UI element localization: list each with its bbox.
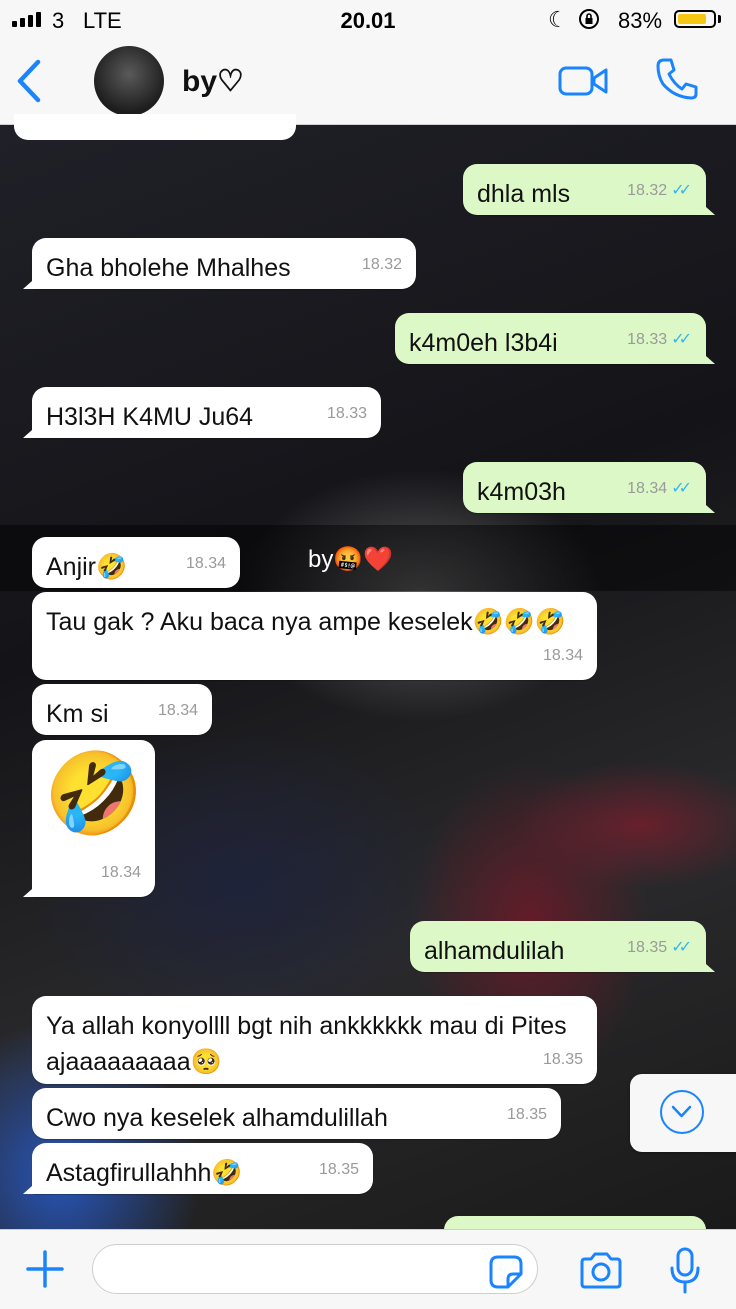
message-time: 18.35	[542, 1051, 583, 1068]
message-time: 18.34	[627, 480, 668, 497]
message-incoming[interactable]: Anjir🤣 18.34	[32, 537, 240, 588]
message-input-bar	[0, 1229, 736, 1309]
message-input[interactable]	[92, 1244, 538, 1294]
partial-message-top	[14, 114, 296, 140]
message-text: Ya allah konyollll bgt nih ankkkkkk mau …	[46, 1012, 567, 1076]
message-time: 18.35	[627, 939, 668, 956]
message-time: 18.32	[361, 256, 402, 273]
message-time: 18.34	[185, 555, 226, 572]
message-text: Anjir🤣	[46, 553, 128, 581]
status-bar: 3 LTE 20.01 ☾ 83%	[0, 0, 736, 40]
message-text: Gha bholehe Mhalhes	[46, 254, 291, 282]
message-text: k4m03h	[477, 478, 566, 506]
message-incoming[interactable]: Ya allah konyollll bgt nih ankkkkkk mau …	[32, 996, 597, 1084]
message-outgoing[interactable]: alhamdulilah 18.35 ✓✓	[410, 921, 706, 972]
message-text: Km si	[46, 700, 109, 728]
back-chevron-icon[interactable]	[14, 58, 44, 104]
message-outgoing[interactable]: k4m0eh l3b4i 18.33 ✓✓	[395, 313, 706, 364]
message-text: Tau gak ? Aku baca nya ampe keselek🤣🤣🤣	[46, 608, 567, 636]
read-receipt-icon: ✓✓	[671, 939, 692, 956]
message-time: 18.34	[100, 864, 141, 881]
video-call-icon[interactable]	[558, 66, 608, 96]
avatar[interactable]	[94, 46, 164, 116]
message-incoming[interactable]: Cwo nya keselek alhamdulillah 18.35	[32, 1088, 561, 1139]
microphone-icon[interactable]	[668, 1246, 702, 1296]
message-time: 18.33	[627, 331, 668, 348]
message-time: 18.34	[157, 702, 198, 719]
rotation-lock-icon	[578, 9, 599, 29]
read-receipt-icon: ✓✓	[671, 182, 692, 199]
laughing-emoji: 🤣	[44, 749, 144, 838]
camera-icon[interactable]	[578, 1252, 624, 1290]
chat-header: by♡	[0, 40, 736, 125]
phone-icon[interactable]	[654, 56, 700, 102]
message-outgoing[interactable]: k4m03h 18.34 ✓✓	[463, 462, 706, 513]
sticker-icon[interactable]	[488, 1254, 524, 1290]
message-time: 18.32	[627, 182, 668, 199]
message-text: Cwo nya keselek alhamdulillah	[46, 1104, 388, 1132]
message-time: 18.35	[318, 1161, 359, 1178]
wallpaper-caption: by🤬❤️	[308, 546, 394, 573]
chevron-down-icon	[660, 1090, 704, 1134]
message-text: k4m0eh l3b4i	[409, 329, 558, 357]
message-text: dhla mls	[477, 180, 571, 208]
partial-message-bottom	[444, 1216, 706, 1230]
battery-icon	[674, 10, 716, 28]
message-time: 18.34	[542, 647, 583, 664]
message-incoming[interactable]: H3l3H K4MU Ju64 18.33	[32, 387, 381, 438]
message-outgoing[interactable]: dhla mls 18.32 ✓✓	[463, 164, 706, 215]
message-incoming[interactable]: Gha bholehe Mhalhes 18.32	[32, 238, 416, 289]
message-incoming[interactable]: Astagfirullahhh🤣 18.35	[32, 1143, 373, 1194]
message-incoming[interactable]: Tau gak ? Aku baca nya ampe keselek🤣🤣🤣 1…	[32, 592, 597, 680]
read-receipt-icon: ✓✓	[671, 480, 692, 497]
message-incoming[interactable]: Km si 18.34	[32, 684, 212, 735]
battery-percent: 83%	[618, 8, 663, 33]
scroll-to-bottom-button[interactable]	[630, 1074, 736, 1152]
contact-name[interactable]: by♡	[182, 64, 244, 99]
moon-icon: ☾	[548, 7, 568, 32]
read-receipt-icon: ✓✓	[671, 331, 692, 348]
message-time: 18.33	[326, 405, 367, 422]
message-incoming-emoji[interactable]: 🤣 18.34	[32, 740, 155, 897]
message-text: Astagfirullahhh🤣	[46, 1159, 243, 1187]
message-time: 18.35	[506, 1106, 547, 1123]
plus-icon[interactable]	[24, 1248, 66, 1290]
message-text: alhamdulilah	[424, 937, 565, 965]
message-text: H3l3H K4MU Ju64	[46, 403, 254, 431]
